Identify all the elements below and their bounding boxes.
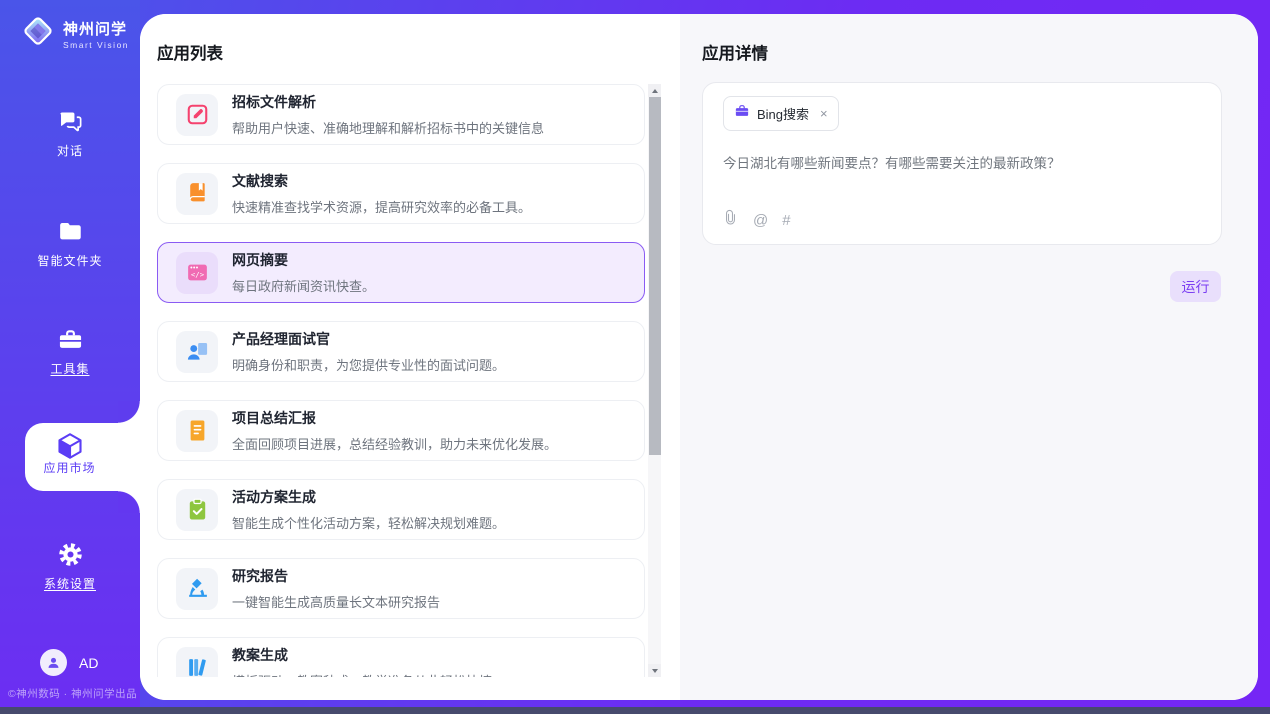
scroll-up-icon[interactable] (648, 84, 661, 97)
sidebar-item-label: 系统设置 (44, 575, 96, 592)
app-card-title: 研究报告 (232, 566, 440, 586)
sidebar-item-app-market[interactable]: 应用市场 (25, 423, 140, 491)
chat-icon (0, 108, 140, 135)
book-icon (176, 173, 218, 215)
prompt-composer[interactable]: Bing搜索 × 今日湖北有哪些新闻要点？有哪些需要关注的最新政策？ @# (702, 82, 1222, 245)
folder-icon (0, 218, 140, 245)
sidebar-item-label: 工具集 (50, 360, 89, 377)
sidebar-item-smart-folder[interactable]: 智能文件夹 (0, 218, 140, 270)
app-card-title: 项目总结汇报 (232, 408, 557, 428)
interviewer-icon (176, 331, 218, 373)
app-card[interactable]: 教案生成 模板驱动，教案秒成，教学准备从此轻松快捷 (157, 637, 645, 677)
app-detail-title: 应用详情 (702, 40, 768, 64)
clipboard-check-icon (176, 489, 218, 531)
app-list-scrollbar[interactable] (648, 84, 661, 677)
app-card-description: 明确身份和职责，为您提供专业性的面试问题。 (232, 355, 505, 374)
sidebar: 神州问学 Smart Vision 对话 智能文件夹 工具集 应用市场 (0, 0, 140, 707)
microscope-icon (176, 568, 218, 610)
composer-toolbar: @# (722, 209, 791, 231)
sidebar-item-toolset[interactable]: 工具集 (0, 326, 140, 378)
app-card-description: 每日政府新闻资讯快查。 (232, 276, 375, 295)
user-initials: AD (79, 655, 98, 671)
scroll-down-icon[interactable] (648, 664, 661, 677)
app-card-title: 教案生成 (232, 645, 492, 665)
mention-icon[interactable]: @ (753, 212, 768, 229)
app-card-title: 活动方案生成 (232, 487, 505, 507)
gear-icon (0, 541, 140, 568)
app-card[interactable]: 研究报告 一键智能生成高质量长文本研究报告 (157, 558, 645, 619)
briefcase-icon (734, 103, 750, 124)
app-card-description: 一键智能生成高质量长文本研究报告 (232, 592, 440, 611)
query-text[interactable]: 今日湖北有哪些新闻要点？有哪些需要关注的最新政策？ (723, 152, 1201, 172)
tool-chip-label: Bing搜索 (757, 104, 809, 123)
app-card-title: 文献搜索 (232, 171, 531, 191)
app-list-panel: 应用列表 招标文件解析 帮助用户快速、准确地理解和解析招标书中的关键信息 文献搜… (140, 14, 680, 700)
app-card-description: 模板驱动，教案秒成，教学准备从此轻松快捷 (232, 671, 492, 677)
app-detail-panel: 应用详情 Bing搜索 × 今日湖北有哪些新闻要点？有哪些需要关注的最新政策？ … (680, 14, 1258, 700)
memo-icon (176, 410, 218, 452)
app-card-title: 网页摘要 (232, 250, 375, 270)
sidebar-item-label: 智能文件夹 (37, 252, 102, 269)
brand-name: 神州问学 (63, 18, 129, 39)
app-card-title: 产品经理面试官 (232, 329, 505, 349)
app-card[interactable]: 产品经理面试官 明确身份和职责，为您提供专业性的面试问题。 (157, 321, 645, 382)
sidebar-item-label: 应用市场 (43, 459, 95, 476)
sidebar-item-label: 对话 (57, 142, 83, 159)
bottom-edge-strip (0, 707, 1270, 714)
app-card-description: 智能生成个性化活动方案，轻松解决规划难题。 (232, 513, 505, 532)
browser-code-icon: </> (176, 252, 218, 294)
run-button[interactable]: 运行 (1170, 271, 1221, 302)
app-card-description: 帮助用户快速、准确地理解和解析招标书中的关键信息 (232, 118, 544, 137)
copyright-text: ©神州数码 · 神州问学出品 (8, 686, 140, 701)
user-avatar-icon (40, 649, 67, 676)
chip-close-icon[interactable]: × (820, 107, 828, 120)
user-row[interactable]: AD (40, 649, 98, 676)
cube-icon (25, 423, 114, 457)
svg-text:</>: </> (190, 270, 204, 279)
app-card-description: 快速精准查找学术资源，提高研究效率的必备工具。 (232, 197, 531, 216)
app-card-title: 招标文件解析 (232, 92, 544, 112)
app-card-description: 全面回顾项目进展，总结经验教训，助力未来优化发展。 (232, 434, 557, 453)
app-card[interactable]: </> 网页摘要 每日政府新闻资讯快查。 (157, 242, 645, 303)
app-card[interactable]: 文献搜索 快速精准查找学术资源，提高研究效率的必备工具。 (157, 163, 645, 224)
app-card[interactable]: 招标文件解析 帮助用户快速、准确地理解和解析招标书中的关键信息 (157, 84, 645, 145)
app-card[interactable]: 项目总结汇报 全面回顾项目进展，总结经验教训，助力未来优化发展。 (157, 400, 645, 461)
sidebar-item-settings[interactable]: 系统设置 (0, 541, 140, 593)
app-window: { "brand": { "name": "神州问学", "subtitle":… (0, 0, 1270, 714)
app-list-title: 应用列表 (157, 40, 223, 64)
toolbox-icon (0, 326, 140, 353)
brand-diamond-icon (20, 13, 56, 54)
brand-subtitle: Smart Vision (63, 40, 129, 50)
app-card[interactable]: 活动方案生成 智能生成个性化活动方案，轻松解决规划难题。 (157, 479, 645, 540)
scrollbar-thumb[interactable] (649, 97, 661, 455)
tool-chip-bing-search[interactable]: Bing搜索 × (723, 96, 839, 131)
paperclip-icon[interactable] (722, 209, 739, 231)
hash-icon[interactable]: # (782, 212, 790, 229)
main-container: 应用列表 招标文件解析 帮助用户快速、准确地理解和解析招标书中的关键信息 文献搜… (140, 14, 1258, 700)
app-list: 招标文件解析 帮助用户快速、准确地理解和解析招标书中的关键信息 文献搜索 快速精… (157, 84, 645, 677)
books-icon (176, 647, 218, 678)
brand-logo: 神州问学 Smart Vision (20, 13, 129, 54)
edit-document-icon (176, 94, 218, 136)
sidebar-item-chat[interactable]: 对话 (0, 108, 140, 160)
